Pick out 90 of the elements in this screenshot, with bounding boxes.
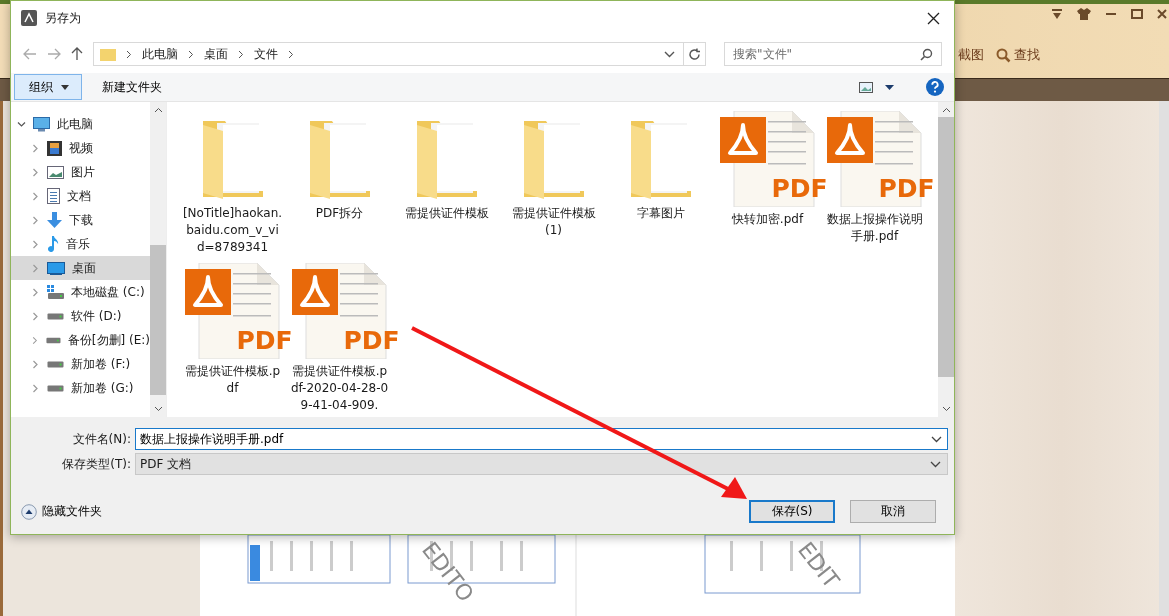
file-name: 需提供证件模板 [403, 205, 490, 222]
nav-item[interactable]: 桌面 [11, 256, 150, 280]
drive-icon [47, 312, 64, 320]
scroll-down-icon[interactable] [941, 406, 951, 412]
nav-item[interactable]: 视频 [11, 136, 150, 160]
new-folder-button[interactable]: 新建文件夹 [94, 78, 170, 96]
search-icon [996, 47, 1011, 63]
pdf-label: PDF [878, 175, 935, 203]
scroll-up-icon[interactable] [153, 107, 163, 113]
up-arrow-icon[interactable] [71, 47, 83, 61]
file-name: [NoTitle]haokan.baidu.com_v_vid=8789341 [182, 205, 283, 256]
nav-item[interactable]: 此电脑 [11, 112, 150, 136]
pdf-label: PDF [343, 327, 400, 355]
refresh-icon [688, 47, 701, 61]
dropdown-chevron-icon [930, 460, 941, 468]
document-icon [47, 188, 60, 204]
pdf-label: PDF [771, 175, 828, 203]
file-name: 快转加密.pdf [730, 211, 805, 228]
file-name-field[interactable]: 数据上报操作说明手册.pdf [135, 428, 948, 450]
drive-icon [45, 336, 61, 344]
music-note-icon [47, 236, 59, 252]
collapse-icon [21, 503, 37, 520]
monitor-icon [47, 261, 65, 275]
picture-icon [47, 165, 64, 179]
drive-icon [47, 360, 64, 368]
scrollbar[interactable] [1159, 101, 1169, 616]
expanded-chevron-icon[interactable] [17, 119, 26, 129]
scrollbar[interactable] [150, 102, 166, 417]
caret-icon[interactable] [885, 84, 894, 90]
save-type-dropdown[interactable]: PDF 文档 [135, 453, 948, 475]
app-icon [21, 10, 37, 26]
search-field[interactable]: 搜索"文件" [724, 42, 942, 66]
file-name: 需提供证件模板.pdf [183, 363, 282, 397]
nav-item[interactable]: 音乐 [11, 232, 150, 256]
toolbar-button[interactable]: 截图 [958, 46, 984, 64]
breadcrumb-item[interactable]: 桌面 [204, 45, 228, 63]
caret-icon [61, 84, 69, 90]
file-item[interactable]: 需提供证件模板 (1) [500, 111, 607, 239]
save-type-label: 保存类型(T): [61, 455, 131, 473]
file-item[interactable]: PDF拆分 [286, 111, 393, 222]
refresh-button[interactable] [684, 42, 706, 66]
breadcrumb-item[interactable]: 此电脑 [142, 45, 178, 63]
dropdown-chevron-icon[interactable] [664, 50, 675, 58]
search-icon [920, 48, 933, 61]
maximize-icon[interactable] [1131, 8, 1143, 20]
dialog-button[interactable]: 取消 [850, 500, 936, 523]
file-name-label: 文件名(N): [71, 430, 131, 448]
scroll-down-icon[interactable] [153, 406, 163, 412]
dropdown-chevron-icon[interactable] [931, 436, 942, 443]
nav-item[interactable]: 新加卷 (G:) [11, 376, 150, 400]
chevron-icon[interactable] [126, 49, 132, 59]
window-title: 另存为 [45, 9, 81, 27]
nav-item[interactable]: 图片 [11, 160, 150, 184]
nav-item[interactable]: 文档 [11, 184, 150, 208]
address-bar[interactable]: 此电脑 桌面 文件 [93, 42, 684, 66]
file-name: 数据上报操作说明手册.pdf [825, 211, 924, 245]
file-name: 需提供证件模板.pdf-2020-04-28-09-41-04-909. [289, 363, 390, 414]
breadcrumb-item[interactable]: 文件 [254, 45, 278, 63]
scroll-up-icon[interactable] [941, 107, 951, 113]
toolbar-button[interactable]: 查找 [996, 46, 1040, 64]
pdf-label: PDF [236, 327, 293, 355]
chevron-icon[interactable] [188, 49, 194, 59]
nav-item[interactable]: 下载 [11, 208, 150, 232]
dropdown-icon[interactable] [1051, 8, 1063, 20]
nav-item[interactable]: 新加卷 (F:) [11, 352, 150, 376]
hide-folders-button[interactable]: 隐藏文件夹 [11, 503, 102, 520]
nav-item[interactable]: 备份[勿删] (E:) [11, 328, 150, 352]
folder-icon [100, 47, 116, 61]
file-name: 字幕图片 [635, 205, 686, 222]
file-item[interactable]: 字幕图片 [607, 111, 714, 222]
help-icon[interactable] [926, 78, 944, 96]
file-name: 需提供证件模板 (1) [510, 205, 597, 239]
file-name: PDF拆分 [314, 205, 365, 222]
download-arrow-icon [47, 212, 62, 228]
nav-item[interactable]: 软件 (D:) [11, 304, 150, 328]
scrollbar[interactable] [938, 102, 954, 417]
drive-icon [47, 384, 64, 392]
file-item[interactable]: 需提供证件模板 [393, 111, 500, 222]
close-icon[interactable] [1157, 9, 1167, 19]
film-icon [47, 140, 62, 156]
drive-icon [47, 285, 64, 299]
nav-item[interactable]: 本地磁盘 (C:) [11, 280, 150, 304]
shirt-icon[interactable] [1077, 8, 1091, 20]
file-item[interactable]: [NoTitle]haokan.baidu.com_v_vid=8789341 [179, 111, 286, 256]
view-icon[interactable] [859, 81, 873, 93]
chevron-icon[interactable] [288, 49, 294, 59]
chevron-icon[interactable] [238, 49, 244, 59]
dialog-button[interactable]: 保存(S) [749, 500, 835, 523]
computer-icon [33, 116, 50, 132]
organize-button[interactable]: 组织 [14, 74, 82, 100]
